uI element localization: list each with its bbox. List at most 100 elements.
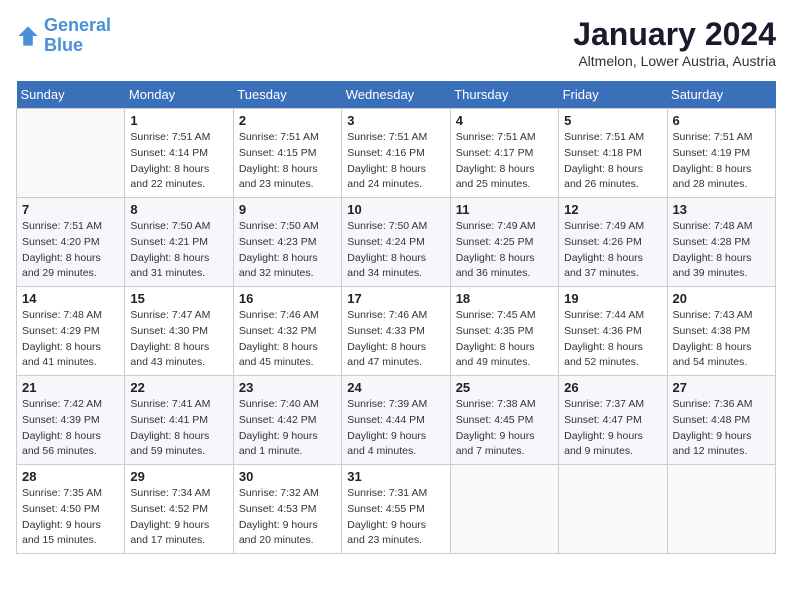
calendar-cell [17, 109, 125, 198]
day-number: 28 [22, 469, 119, 484]
calendar-header-monday: Monday [125, 81, 233, 109]
day-number: 7 [22, 202, 119, 217]
calendar-cell: 4 Sunrise: 7:51 AMSunset: 4:17 PMDaylight… [450, 109, 558, 198]
calendar-cell: 6Sunrise: 7:51 AMSunset: 4:19 PMDaylight… [667, 109, 775, 198]
title-block: January 2024 Altmelon, Lower Austria, Au… [573, 16, 776, 69]
day-number: 19 [564, 291, 661, 306]
calendar-cell [559, 465, 667, 554]
day-info: Sunrise: 7:50 AMSunset: 4:21 PMDaylight:… [130, 219, 227, 282]
day-number: 10 [347, 202, 444, 217]
day-number: 4 [456, 113, 553, 128]
calendar-cell: 11 Sunrise: 7:49 AMSunset: 4:25 PMDayligh… [450, 198, 558, 287]
day-info: Sunrise: 7:43 AMSunset: 4:38 PMDaylight:… [673, 308, 770, 371]
calendar-cell: 28 Sunrise: 7:35 AMSunset: 4:50 PMDayligh… [17, 465, 125, 554]
calendar-cell: 1 Sunrise: 7:51 AMSunset: 4:14 PMDaylight… [125, 109, 233, 198]
page-header: General Blue January 2024 Altmelon, Lowe… [16, 16, 776, 69]
calendar-cell: 2Sunrise: 7:51 AMSunset: 4:15 PMDaylight… [233, 109, 341, 198]
day-info: Sunrise: 7:51 AMSunset: 4:17 PMDaylight:… [456, 130, 553, 193]
day-number: 30 [239, 469, 336, 484]
calendar-cell: 20 Sunrise: 7:43 AMSunset: 4:38 PMDayligh… [667, 287, 775, 376]
logo-line2: Blue [44, 35, 83, 55]
day-number: 25 [456, 380, 553, 395]
calendar-week-row: 14Sunrise: 7:48 AMSunset: 4:29 PMDayligh… [17, 287, 776, 376]
calendar-cell: 15 Sunrise: 7:47 AMSunset: 4:30 PMDayligh… [125, 287, 233, 376]
day-info: Sunrise: 7:51 AMSunset: 4:15 PMDaylight:… [239, 130, 336, 193]
day-info: Sunrise: 7:44 AMSunset: 4:36 PMDaylight:… [564, 308, 661, 371]
day-info: Sunrise: 7:45 AMSunset: 4:35 PMDaylight:… [456, 308, 553, 371]
calendar-week-row: 21Sunrise: 7:42 AMSunset: 4:39 PMDayligh… [17, 376, 776, 465]
calendar-cell: 24Sunrise: 7:39 AMSunset: 4:44 PMDayligh… [342, 376, 450, 465]
day-info: Sunrise: 7:31 AMSunset: 4:55 PMDaylight:… [347, 486, 444, 549]
calendar-header-tuesday: Tuesday [233, 81, 341, 109]
calendar-week-row: 28 Sunrise: 7:35 AMSunset: 4:50 PMDayligh… [17, 465, 776, 554]
logo: General Blue [16, 16, 111, 56]
day-info: Sunrise: 7:48 AMSunset: 4:28 PMDaylight:… [673, 219, 770, 282]
day-number: 18 [456, 291, 553, 306]
day-info: Sunrise: 7:38 AMSunset: 4:45 PMDaylight:… [456, 397, 553, 460]
calendar-cell: 12Sunrise: 7:49 AMSunset: 4:26 PMDayligh… [559, 198, 667, 287]
day-info: Sunrise: 7:34 AMSunset: 4:52 PMDaylight:… [130, 486, 227, 549]
calendar-cell [667, 465, 775, 554]
day-number: 29 [130, 469, 227, 484]
day-number: 20 [673, 291, 770, 306]
calendar-cell: 25 Sunrise: 7:38 AMSunset: 4:45 PMDayligh… [450, 376, 558, 465]
calendar-cell: 5Sunrise: 7:51 AMSunset: 4:18 PMDaylight… [559, 109, 667, 198]
day-number: 1 [130, 113, 227, 128]
calendar-header-wednesday: Wednesday [342, 81, 450, 109]
day-info: Sunrise: 7:51 AMSunset: 4:20 PMDaylight:… [22, 219, 119, 282]
day-number: 5 [564, 113, 661, 128]
calendar-header-saturday: Saturday [667, 81, 775, 109]
day-info: Sunrise: 7:35 AMSunset: 4:50 PMDaylight:… [22, 486, 119, 549]
day-number: 16 [239, 291, 336, 306]
day-number: 15 [130, 291, 227, 306]
calendar-cell: 3 Sunrise: 7:51 AMSunset: 4:16 PMDaylight… [342, 109, 450, 198]
day-info: Sunrise: 7:47 AMSunset: 4:30 PMDaylight:… [130, 308, 227, 371]
day-number: 6 [673, 113, 770, 128]
calendar-cell: 22 Sunrise: 7:41 AMSunset: 4:41 PMDayligh… [125, 376, 233, 465]
day-number: 14 [22, 291, 119, 306]
calendar-cell: 26Sunrise: 7:37 AMSunset: 4:47 PMDayligh… [559, 376, 667, 465]
calendar-cell: 14Sunrise: 7:48 AMSunset: 4:29 PMDayligh… [17, 287, 125, 376]
day-number: 21 [22, 380, 119, 395]
calendar-cell: 31 Sunrise: 7:31 AMSunset: 4:55 PMDayligh… [342, 465, 450, 554]
calendar-cell: 19 Sunrise: 7:44 AMSunset: 4:36 PMDayligh… [559, 287, 667, 376]
day-number: 12 [564, 202, 661, 217]
calendar-cell: 7 Sunrise: 7:51 AMSunset: 4:20 PMDaylight… [17, 198, 125, 287]
calendar-header-thursday: Thursday [450, 81, 558, 109]
day-number: 9 [239, 202, 336, 217]
calendar-cell: 18 Sunrise: 7:45 AMSunset: 4:35 PMDayligh… [450, 287, 558, 376]
calendar-cell: 29 Sunrise: 7:34 AMSunset: 4:52 PMDayligh… [125, 465, 233, 554]
day-info: Sunrise: 7:51 AMSunset: 4:14 PMDaylight:… [130, 130, 227, 193]
calendar-week-row: 1 Sunrise: 7:51 AMSunset: 4:14 PMDaylight… [17, 109, 776, 198]
calendar-header-friday: Friday [559, 81, 667, 109]
month-year: January 2024 [573, 16, 776, 53]
day-number: 11 [456, 202, 553, 217]
calendar-week-row: 7 Sunrise: 7:51 AMSunset: 4:20 PMDaylight… [17, 198, 776, 287]
day-info: Sunrise: 7:32 AMSunset: 4:53 PMDaylight:… [239, 486, 336, 549]
day-number: 27 [673, 380, 770, 395]
day-number: 24 [347, 380, 444, 395]
day-number: 23 [239, 380, 336, 395]
calendar-cell: 27 Sunrise: 7:36 AMSunset: 4:48 PMDayligh… [667, 376, 775, 465]
location: Altmelon, Lower Austria, Austria [573, 53, 776, 69]
day-info: Sunrise: 7:50 AMSunset: 4:23 PMDaylight:… [239, 219, 336, 282]
logo-icon [16, 24, 40, 48]
calendar-table: SundayMondayTuesdayWednesdayThursdayFrid… [16, 81, 776, 554]
day-number: 22 [130, 380, 227, 395]
day-number: 17 [347, 291, 444, 306]
day-info: Sunrise: 7:46 AMSunset: 4:33 PMDaylight:… [347, 308, 444, 371]
day-number: 31 [347, 469, 444, 484]
day-info: Sunrise: 7:41 AMSunset: 4:41 PMDaylight:… [130, 397, 227, 460]
day-info: Sunrise: 7:50 AMSunset: 4:24 PMDaylight:… [347, 219, 444, 282]
calendar-cell: 9 Sunrise: 7:50 AMSunset: 4:23 PMDaylight… [233, 198, 341, 287]
day-info: Sunrise: 7:37 AMSunset: 4:47 PMDaylight:… [564, 397, 661, 460]
day-info: Sunrise: 7:49 AMSunset: 4:25 PMDaylight:… [456, 219, 553, 282]
day-info: Sunrise: 7:51 AMSunset: 4:16 PMDaylight:… [347, 130, 444, 193]
day-number: 13 [673, 202, 770, 217]
calendar-cell: 23Sunrise: 7:40 AMSunset: 4:42 PMDayligh… [233, 376, 341, 465]
logo-line1: General [44, 15, 111, 35]
day-number: 3 [347, 113, 444, 128]
calendar-cell: 16Sunrise: 7:46 AMSunset: 4:32 PMDayligh… [233, 287, 341, 376]
day-info: Sunrise: 7:36 AMSunset: 4:48 PMDaylight:… [673, 397, 770, 460]
calendar-cell: 10 Sunrise: 7:50 AMSunset: 4:24 PMDayligh… [342, 198, 450, 287]
